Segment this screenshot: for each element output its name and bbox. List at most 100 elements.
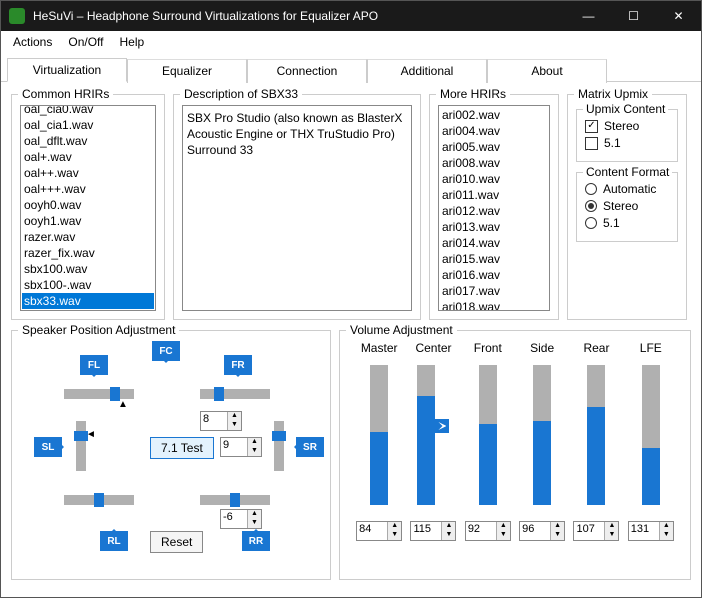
description-text: SBX Pro Studio (also known as BlasterX A… (182, 105, 412, 311)
more-hrirs-list[interactable]: ari002.wavari004.wavari005.wavari008.wav… (438, 105, 550, 311)
volume-slider[interactable] (642, 365, 660, 505)
speaker-sr[interactable]: SR (296, 437, 324, 457)
list-item[interactable]: ari014.wav (440, 235, 548, 251)
volume-label: LFE (640, 341, 662, 359)
radio-5-1[interactable]: 5.1 (585, 216, 669, 230)
group-label: Common HRIRs (18, 87, 113, 101)
checkbox-label: Stereo (604, 119, 639, 133)
menu-actions[interactable]: Actions (5, 33, 60, 51)
volume-label: Front (474, 341, 502, 359)
speaker-rr[interactable]: RR (242, 531, 270, 551)
list-item[interactable]: ari010.wav (440, 171, 548, 187)
list-item[interactable]: oal_cia1.wav (22, 117, 154, 133)
speaker-sl[interactable]: SL (34, 437, 62, 457)
tab-bar: Virtualization Equalizer Connection Addi… (1, 53, 701, 82)
list-item[interactable]: ari011.wav (440, 187, 548, 203)
list-item[interactable]: oal+.wav (22, 149, 154, 165)
volume-slider[interactable] (479, 365, 497, 505)
menu-help[interactable]: Help (112, 33, 153, 51)
speaker-rl[interactable]: RL (100, 531, 128, 551)
list-item[interactable]: ooyh1.wav (22, 213, 154, 229)
tab-additional[interactable]: Additional (367, 59, 487, 83)
volume-label: Center (415, 341, 451, 359)
list-item[interactable]: oal_dflt.wav (22, 133, 154, 149)
group-more-hrirs: More HRIRs ari002.wavari004.wavari005.wa… (429, 94, 559, 320)
volume-column-center: Center 115▲▼ (409, 341, 457, 541)
speaker-fr[interactable]: FR (224, 355, 252, 375)
slider-rear-left[interactable] (64, 495, 134, 505)
slider-side-right[interactable] (274, 421, 284, 471)
group-matrix-upmix: Matrix Upmix Upmix Content ✓Stereo 5.1 C… (567, 94, 687, 320)
volume-spinbox[interactable]: 107▲▼ (573, 521, 619, 541)
list-item[interactable]: razer.wav (22, 229, 154, 245)
volume-spinbox[interactable]: 131▲▼ (628, 521, 674, 541)
volume-spinbox[interactable]: 96▲▼ (519, 521, 565, 541)
tab-about[interactable]: About (487, 59, 607, 83)
radio-automatic[interactable]: Automatic (585, 182, 669, 196)
close-button[interactable]: ✕ (656, 1, 701, 31)
spin-side[interactable]: 9▲▼ (220, 437, 262, 457)
tab-connection[interactable]: Connection (247, 59, 367, 83)
list-item[interactable]: ooyh0.wav (22, 197, 154, 213)
group-label: More HRIRs (436, 87, 510, 101)
group-speaker-position: Speaker Position Adjustment FL FC FR ▲ 8… (11, 330, 331, 580)
list-item[interactable]: sbx100.wav (22, 261, 154, 277)
volume-label: Master (361, 341, 398, 359)
list-item[interactable]: ari012.wav (440, 203, 548, 219)
menu-onoff[interactable]: On/Off (60, 33, 111, 51)
fieldset-label: Upmix Content (583, 102, 668, 116)
slider-front-left[interactable] (64, 389, 134, 399)
volume-slider[interactable] (417, 365, 435, 505)
titlebar: HeSuVi – Headphone Surround Virtualizati… (1, 1, 701, 31)
list-item[interactable]: ari002.wav (440, 107, 548, 123)
list-item[interactable]: ari004.wav (440, 123, 548, 139)
list-item[interactable]: oal+++.wav (22, 181, 154, 197)
list-item[interactable]: ari005.wav (440, 139, 548, 155)
group-label: Matrix Upmix (574, 87, 652, 101)
list-item[interactable]: ari018.wav (440, 299, 548, 311)
speaker-fc[interactable]: FC (152, 341, 180, 361)
volume-spinbox[interactable]: 115▲▼ (410, 521, 456, 541)
volume-slider[interactable] (587, 365, 605, 505)
volume-spinbox[interactable]: 92▲▼ (465, 521, 511, 541)
radio-label: Stereo (603, 199, 638, 213)
list-item[interactable]: ari008.wav (440, 155, 548, 171)
test-button[interactable]: 7.1 Test (150, 437, 214, 459)
group-description: Description of SBX33 SBX Pro Studio (als… (173, 94, 421, 320)
volume-column-master: Master 84▲▼ (355, 341, 403, 541)
checkbox-stereo[interactable]: ✓Stereo (585, 119, 669, 133)
volume-spinbox[interactable]: 84▲▼ (356, 521, 402, 541)
slider-side-left[interactable] (76, 421, 86, 471)
list-item[interactable]: sbx33.wav (22, 293, 154, 309)
list-item[interactable]: sbx100-.wav (22, 277, 154, 293)
minimize-button[interactable]: — (566, 1, 611, 31)
slider-rear-right[interactable] (200, 495, 270, 505)
list-item[interactable]: oal++.wav (22, 165, 154, 181)
volume-slider[interactable] (533, 365, 551, 505)
drag-handle-icon[interactable] (435, 419, 449, 433)
radio-stereo[interactable]: Stereo (585, 199, 669, 213)
speaker-fl[interactable]: FL (80, 355, 108, 375)
volume-column-rear: Rear107▲▼ (572, 341, 620, 541)
list-item[interactable]: ari017.wav (440, 283, 548, 299)
list-item[interactable]: ari013.wav (440, 219, 548, 235)
tab-virtualization[interactable]: Virtualization (7, 58, 127, 82)
list-item[interactable]: razer_fix.wav (22, 245, 154, 261)
spin-front[interactable]: 8▲▼ (200, 411, 242, 431)
volume-slider[interactable] (370, 365, 388, 505)
tab-equalizer[interactable]: Equalizer (127, 59, 247, 83)
checkbox-label: 5.1 (604, 136, 621, 150)
list-item[interactable]: ari015.wav (440, 251, 548, 267)
reset-button[interactable]: Reset (150, 531, 203, 553)
common-hrirs-list[interactable]: oal_cia0.wavoal_cia1.wavoal_dflt.wavoal+… (20, 105, 156, 311)
list-item[interactable]: oal_cia0.wav (22, 105, 154, 117)
maximize-button[interactable]: ☐ (611, 1, 656, 31)
list-item[interactable]: ari016.wav (440, 267, 548, 283)
fieldset-label: Content Format (583, 165, 672, 179)
checkbox-5-1[interactable]: 5.1 (585, 136, 669, 150)
slider-front-right[interactable] (200, 389, 270, 399)
group-label: Description of SBX33 (180, 87, 302, 101)
radio-label: Automatic (603, 182, 656, 196)
fieldset-upmix-content: Upmix Content ✓Stereo 5.1 (576, 109, 678, 162)
group-volume-adjustment: Volume Adjustment Master84▲▼Center115▲▼F… (339, 330, 691, 580)
